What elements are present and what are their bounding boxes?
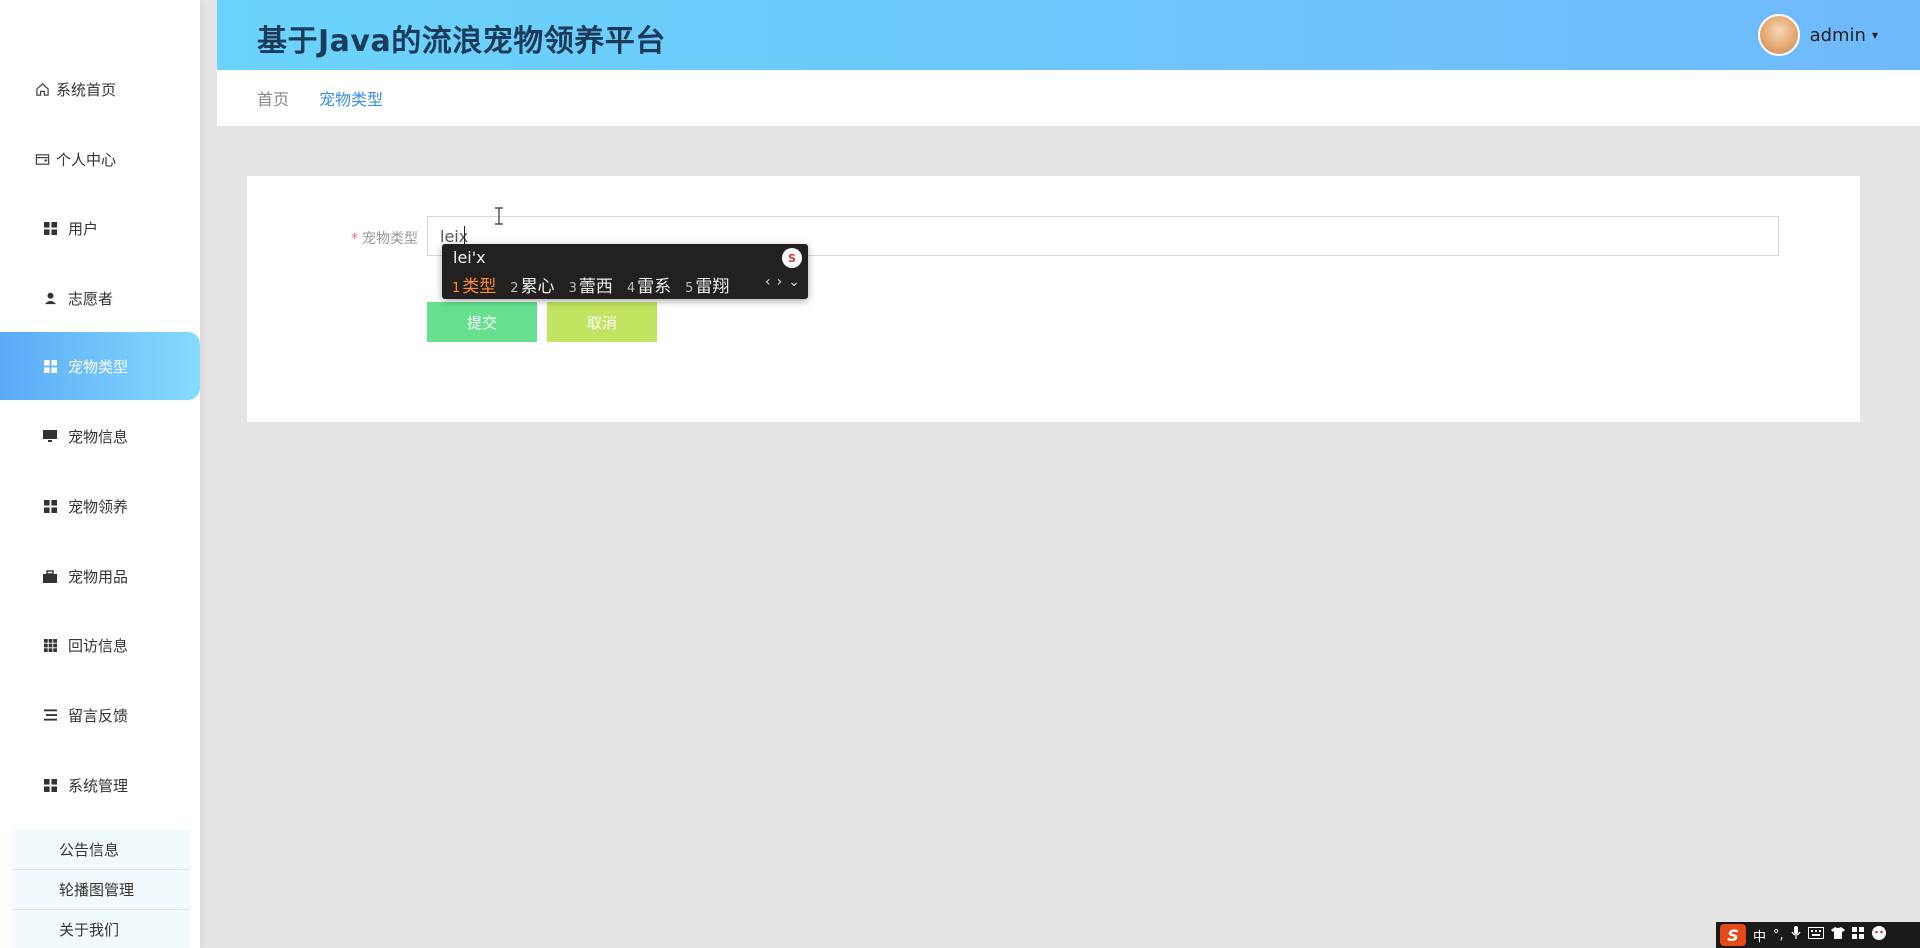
microphone-icon[interactable] [1791, 926, 1801, 944]
candidate-text: 蕾西 [578, 277, 613, 297]
submenu-item-announcements[interactable]: 公告信息 [12, 830, 190, 870]
ime-nav: ‹ › ⌄ [765, 274, 800, 290]
sidebar-item-label: 宠物类型 [68, 357, 129, 376]
toolbox-grid-icon[interactable] [1851, 927, 1864, 943]
ime-composition: lei'x [453, 248, 486, 267]
required-mark: * [351, 231, 358, 247]
sidebar: 系统首页 个人中心 用户 志愿者 宠物类型 宠物信息 宠物领养 宠物用品 回访信… [0, 0, 200, 948]
system-management-submenu: 公告信息 轮播图管理 关于我们 [12, 830, 190, 948]
sidebar-item-label: 留言反馈 [68, 706, 129, 725]
candidate-number: 4 [626, 281, 636, 296]
breadcrumb-home[interactable]: 首页 [257, 86, 289, 110]
sidebar-item-system-management[interactable]: 系统管理 [0, 751, 200, 819]
grid9-icon [42, 637, 58, 653]
top-header: 基于Java的流浪宠物领养平台 admin ▾ [217, 0, 1920, 70]
candidate-number: 2 [510, 281, 519, 296]
sidebar-item-feedback[interactable]: 留言反馈 [0, 681, 200, 749]
sidebar-item-pet-supplies[interactable]: 宠物用品 [0, 542, 200, 610]
candidate-number: 5 [685, 281, 694, 296]
username: admin [1809, 24, 1866, 46]
ime-candidate[interactable]: 3 蕾西 [569, 272, 613, 297]
ime-candidate[interactable]: 4 雷系 [627, 272, 671, 297]
submit-button[interactable]: 提交 [427, 302, 537, 342]
sidebar-item-profile[interactable]: 个人中心 [0, 125, 200, 193]
candidate-text: 累心 [520, 277, 555, 297]
sidebar-item-pet-adoption[interactable]: 宠物领养 [0, 472, 200, 540]
ime-candidate[interactable]: 5 雷翔 [685, 272, 729, 297]
ibeam-cursor-icon [495, 207, 503, 225]
submenu-item-carousel[interactable]: 轮播图管理 [12, 870, 190, 910]
grid-icon [42, 498, 58, 514]
ime-candidate-window: lei'x S 1 类型 2 累心 3 蕾西 4 雷系 5 雷翔 ‹ › ⌄ [442, 244, 808, 299]
ime-candidate[interactable]: 1 类型 [452, 272, 496, 297]
candidate-number: 3 [568, 281, 577, 296]
candidate-text: 类型 [462, 277, 497, 297]
sidebar-item-label: 志愿者 [68, 289, 114, 308]
sidebar-item-label: 宠物领养 [68, 497, 129, 516]
mascot-icon[interactable] [1871, 925, 1887, 945]
sidebar-item-label: 用户 [68, 219, 99, 238]
sidebar-item-revisit-info[interactable]: 回访信息 [0, 611, 200, 679]
ime-candidate[interactable]: 2 累心 [510, 272, 554, 297]
sogou-logo-icon: S [782, 248, 802, 268]
sidebar-item-label: 系统管理 [68, 776, 129, 795]
ime-punctuation-toggle[interactable]: °, [1773, 928, 1784, 943]
sogou-tray-logo-icon[interactable]: S [1720, 924, 1746, 946]
cancel-button[interactable]: 取消 [547, 302, 657, 342]
submenu-item-about-us[interactable]: 关于我们 [12, 910, 190, 948]
breadcrumb-current: 宠物类型 [319, 90, 384, 109]
home-icon [34, 81, 50, 97]
ime-toolbar: S 中 °, [1716, 922, 1920, 948]
wallet-icon [34, 151, 50, 167]
sidebar-item-pet-types[interactable]: 宠物类型 [0, 332, 200, 400]
sidebar-item-users[interactable]: 用户 [0, 194, 200, 262]
pet-type-label: * 宠物类型 [351, 228, 418, 248]
ime-candidates: 1 类型 2 累心 3 蕾西 4 雷系 5 雷翔 [452, 272, 743, 297]
chevron-right-icon[interactable]: › [777, 274, 783, 290]
sidebar-item-home[interactable]: 系统首页 [0, 55, 200, 123]
candidate-number: 1 [452, 281, 461, 296]
briefcase-icon [42, 568, 58, 584]
sidebar-item-label: 个人中心 [56, 150, 117, 169]
user-menu[interactable]: admin ▾ [1757, 14, 1878, 56]
person-icon [42, 290, 58, 306]
skin-shirt-icon[interactable] [1830, 927, 1845, 943]
grid-icon [42, 358, 58, 374]
avatar [1757, 14, 1800, 56]
sidebar-item-label: 回访信息 [68, 636, 129, 655]
list-icon [42, 707, 58, 723]
sidebar-item-label: 系统首页 [56, 80, 117, 99]
sidebar-item-volunteers[interactable]: 志愿者 [0, 264, 200, 332]
sidebar-item-pet-info[interactable]: 宠物信息 [0, 402, 200, 470]
chevron-down-icon: ▾ [1871, 28, 1878, 42]
candidate-text: 雷翔 [695, 277, 730, 297]
app-title: 基于Java的流浪宠物领养平台 [257, 24, 666, 59]
pet-type-label-text: 宠物类型 [362, 231, 418, 247]
breadcrumb: 首页 宠物类型 [217, 70, 1920, 126]
sidebar-item-label: 宠物用品 [68, 567, 129, 586]
ime-language-toggle[interactable]: 中 [1753, 926, 1766, 945]
grid-icon [42, 777, 58, 793]
monitor-icon [42, 428, 58, 444]
keyboard-icon[interactable] [1807, 927, 1824, 943]
chevron-left-icon[interactable]: ‹ [765, 274, 771, 290]
chevron-down-icon[interactable]: ⌄ [788, 274, 800, 290]
form-card: *宠物类型 提交 取消 [247, 176, 1860, 422]
sidebar-item-label: 宠物信息 [68, 427, 129, 446]
text-caret [464, 226, 465, 246]
grid-icon [42, 220, 58, 236]
candidate-text: 雷系 [637, 277, 672, 297]
